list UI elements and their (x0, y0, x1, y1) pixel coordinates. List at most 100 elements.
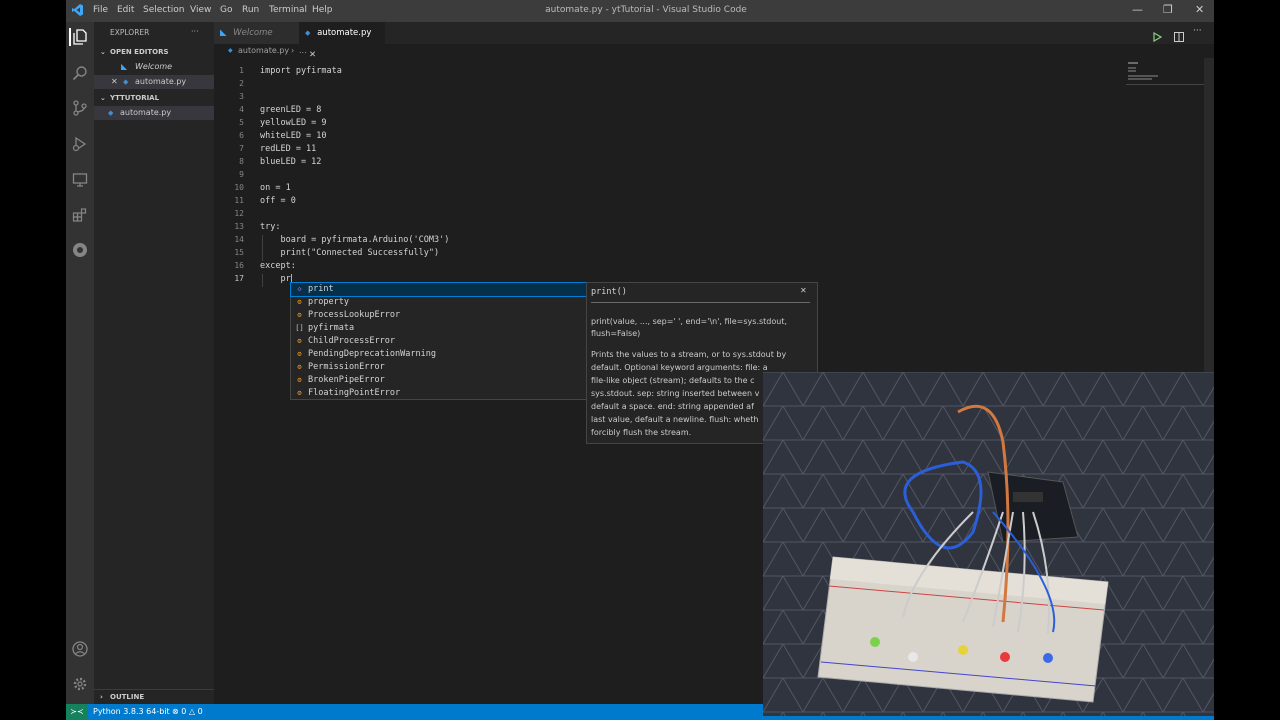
restore-button[interactable]: ❐ (1163, 3, 1173, 16)
testing-icon[interactable] (71, 241, 89, 259)
suggestion-item[interactable]: ⚙ ChildProcessError (291, 335, 587, 348)
activity-bar (66, 22, 94, 704)
code-line: redLED = 11 (260, 144, 317, 154)
run-debug-icon[interactable] (71, 135, 89, 153)
python-file-icon: ◆ (228, 47, 233, 54)
indent-guide (262, 274, 263, 287)
problems-indicator[interactable]: ⊗ 0 △ 0 (172, 707, 203, 716)
source-control-icon[interactable] (71, 99, 89, 117)
class-icon: ⚙ (297, 298, 302, 306)
close-window-button[interactable]: ✕ (1195, 3, 1204, 16)
line-number: 12 (234, 209, 244, 218)
search-icon[interactable] (71, 64, 89, 82)
menu-terminal[interactable]: Terminal (269, 5, 307, 15)
python-interpreter[interactable]: Python 3.8.3 64-bit (93, 707, 170, 716)
detail-signature: print(value, ..., sep=' ', end='\n', fil… (591, 317, 788, 338)
suggestion-item[interactable]: ◇ print (290, 282, 588, 297)
editor-more-actions-icon[interactable]: ··· (1193, 26, 1202, 36)
tab-automate[interactable]: ◆ automate.py ✕ (299, 22, 385, 60)
breadcrumb-file[interactable]: automate.py (238, 44, 289, 58)
suggestion-label: PermissionError (308, 362, 385, 372)
indent-guide (262, 235, 263, 248)
doc-line: Prints the values to a stream, or to sys… (591, 350, 787, 359)
autocomplete-suggestions: ◇ print ⚙ property ⚙ ProcessLookupError [] pyfi… (290, 282, 588, 400)
close-editor-icon[interactable]: ✕ (111, 75, 118, 89)
menu-run[interactable]: Run (242, 5, 259, 15)
chevron-right-icon: › (100, 693, 103, 701)
explorer-more-actions-button[interactable]: ··· (191, 25, 205, 39)
menu-file[interactable]: File (93, 5, 108, 15)
code-line: except: (260, 261, 296, 271)
menu-view[interactable]: View (190, 5, 211, 15)
detail-divider (591, 302, 810, 303)
vscode-file-icon: ◣ (121, 62, 128, 71)
suggestion-item[interactable]: ⚙ PendingDeprecationWarning (291, 348, 587, 361)
indent-guide (262, 248, 263, 261)
line-number: 14 (234, 235, 244, 244)
line-number: 15 (234, 248, 244, 257)
suggestion-item[interactable]: ⚙ property (291, 296, 587, 309)
explorer-icon[interactable] (69, 28, 89, 46)
python-file-icon: ◆ (305, 29, 311, 37)
doc-line: last value, default a newline. flush: wh… (591, 415, 759, 424)
tab-welcome[interactable]: ◣ Welcome (214, 22, 299, 44)
doc-line: forcibly flush the stream. (591, 428, 692, 437)
chevron-down-icon: ⌄ (100, 94, 106, 102)
detail-close-button[interactable]: ✕ (800, 286, 807, 295)
suggestion-label: property (308, 297, 349, 307)
python-file-icon: ◆ (108, 109, 114, 117)
extensions-icon[interactable] (71, 206, 89, 224)
code-line: print("Connected Successfully") (260, 248, 440, 258)
open-editor-welcome[interactable]: ◣ Welcome (94, 60, 214, 74)
code-line: blueLED = 12 (260, 157, 322, 167)
menu-selection[interactable]: Selection (143, 5, 184, 15)
open-editor-automate[interactable]: ✕ ◆ automate.py (94, 75, 214, 89)
account-icon[interactable] (71, 640, 89, 658)
class-icon: ⚙ (297, 350, 302, 358)
class-icon: ⚙ (297, 376, 302, 384)
code-line: whiteLED = 10 (260, 131, 327, 141)
menu-edit[interactable]: Edit (117, 5, 134, 15)
file-automate[interactable]: ◆ automate.py (94, 106, 214, 120)
line-number: 11 (234, 196, 244, 205)
remote-indicator-icon[interactable]: ≻≺ (66, 704, 88, 720)
line-number: 4 (239, 105, 244, 114)
line-number: 2 (239, 79, 244, 88)
menu-help[interactable]: Help (312, 5, 333, 15)
line-number: 1 (239, 66, 244, 75)
title-bar: File Edit Selection View Go Run Terminal… (66, 0, 1214, 22)
suggestion-label: FloatingPointError (308, 388, 401, 398)
minimize-button[interactable]: — (1132, 3, 1143, 16)
suggestion-item[interactable]: ⚙ BrokenPipeError (291, 374, 587, 387)
vscode-file-icon: ◣ (220, 28, 227, 38)
suggestion-item[interactable]: ⚙ FloatingPointError (291, 387, 587, 400)
suggestion-item[interactable]: ⚙ ProcessLookupError (291, 309, 587, 322)
class-icon: ⚙ (297, 363, 302, 371)
menu-go[interactable]: Go (220, 5, 232, 15)
outline-header[interactable]: › OUTLINE (94, 689, 214, 704)
code-line: yellowLED = 9 (260, 118, 327, 128)
open-editors-header[interactable]: ⌄ OPEN EDITORS (94, 45, 214, 59)
error-icon: ⊗ (172, 707, 179, 716)
editor-tabs: ◣ Welcome ◆ automate.py ✕ ··· (214, 22, 1214, 60)
doc-line: default. Optional keyword arguments: fil… (591, 363, 768, 372)
arduino-breadboard-photo (763, 372, 1214, 716)
method-icon: ◇ (297, 285, 302, 293)
suggestion-item[interactable]: ⚙ PermissionError (291, 361, 587, 374)
line-number: 6 (239, 131, 244, 140)
remote-explorer-icon[interactable] (71, 171, 89, 189)
minimap[interactable] (1126, 60, 1204, 86)
python-file-icon: ◆ (123, 78, 129, 86)
breadcrumb-more[interactable]: ... (299, 44, 307, 58)
settings-gear-icon[interactable] (71, 675, 89, 693)
suggestion-label: PendingDeprecationWarning (308, 349, 436, 359)
suggestion-label: pyfirmata (308, 323, 355, 333)
folder-header[interactable]: ⌄ YTTUTORIAL (94, 91, 214, 105)
warning-icon: △ (188, 707, 196, 716)
line-number: 16 (234, 261, 244, 270)
class-icon: ⚙ (297, 337, 302, 345)
line-number: 5 (239, 118, 244, 127)
code-line: pr (260, 274, 291, 284)
suggestion-item[interactable]: [] pyfirmata (291, 322, 587, 335)
explorer-title: EXPLORER (110, 28, 150, 37)
